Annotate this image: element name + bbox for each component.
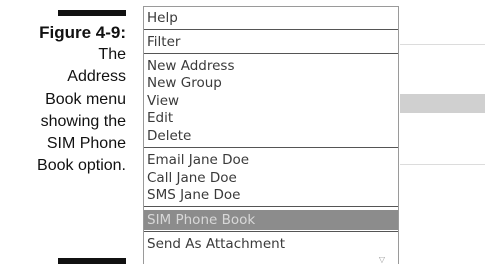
address-book-menu: Help Filter New Address New Group View E…: [143, 6, 399, 264]
menu-item-new-address[interactable]: New Address: [144, 58, 398, 75]
menu-separator: [144, 231, 398, 232]
caption-bottom-rule: [58, 258, 126, 264]
caption-line: The: [98, 46, 126, 63]
caption-line: Book menu: [45, 90, 126, 108]
chevron-down-icon[interactable]: ▽: [377, 256, 387, 264]
caption-top-rule: [58, 10, 126, 16]
menu-item-sms-contact[interactable]: SMS Jane Doe: [144, 187, 398, 204]
figure-label: Figure 4-9:: [39, 23, 126, 42]
menu-item-new-group[interactable]: New Group: [144, 75, 398, 92]
background-divider: [400, 164, 485, 165]
menu-item-call-contact[interactable]: Call Jane Doe: [144, 170, 398, 187]
menu-item-filter[interactable]: Filter: [144, 34, 398, 51]
background-highlighted-row: [400, 94, 485, 113]
menu-item-edit[interactable]: Edit: [144, 110, 398, 127]
menu-item-sim-phone-book[interactable]: SIM Phone Book: [144, 210, 398, 230]
menu-separator: [144, 206, 398, 207]
figure-caption: Figure 4-9: The Address Book menu showin…: [0, 22, 126, 178]
menu-separator: [144, 147, 398, 148]
background-divider: [400, 44, 485, 45]
address-book-background: [400, 6, 485, 264]
menu-separator: [144, 29, 398, 30]
menu-item-email-contact[interactable]: Email Jane Doe: [144, 152, 398, 169]
menu-item-view[interactable]: View: [144, 93, 398, 110]
caption-line: Book option.: [37, 157, 126, 175]
menu-item-help[interactable]: Help: [144, 10, 398, 27]
menu-item-delete[interactable]: Delete: [144, 128, 398, 145]
menu-item-send-as-attachment[interactable]: Send As Attachment: [144, 236, 398, 253]
caption-line: SIM Phone: [46, 135, 126, 153]
caption-line: Address: [67, 68, 126, 86]
caption-line: showing the: [40, 112, 126, 130]
menu-separator: [144, 53, 398, 54]
